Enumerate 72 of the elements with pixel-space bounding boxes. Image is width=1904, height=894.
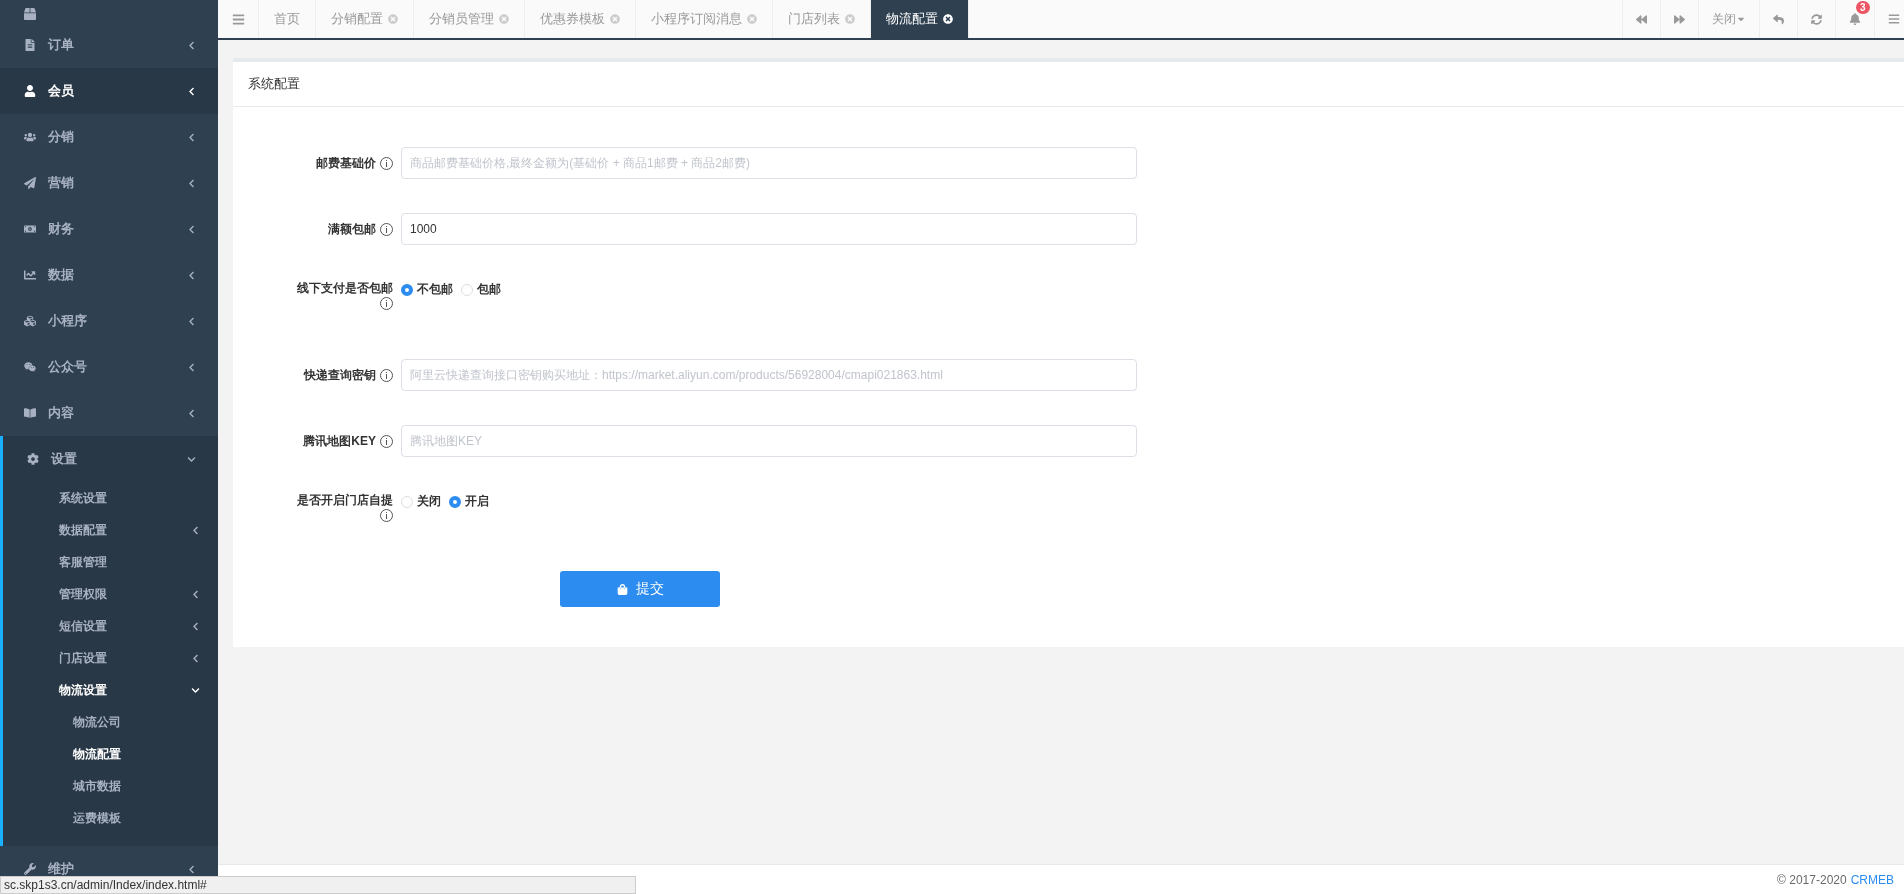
- page-tab[interactable]: 小程序订阅消息: [636, 0, 773, 38]
- fast-forward-icon: [1674, 13, 1685, 25]
- submenu-item[interactable]: 门店设置: [3, 642, 218, 674]
- radio-option[interactable]: 包邮: [461, 281, 501, 298]
- reply-icon: [1773, 13, 1784, 25]
- menu-item[interactable]: 订单: [0, 22, 218, 68]
- page-tab[interactable]: 物流配置: [871, 0, 969, 38]
- submenu-item[interactable]: 短信设置: [3, 610, 218, 642]
- submenu-item[interactable]: 客服管理: [3, 546, 218, 578]
- field-label: 满额包邮: [328, 222, 376, 236]
- url-tooltip: sc.skp1s3.cn/admin/Index/index.html#: [0, 876, 636, 894]
- menu-item[interactable]: 财务: [0, 206, 218, 252]
- notification-badge: 3: [1856, 1, 1870, 14]
- menu-item[interactable]: 内容: [0, 390, 218, 436]
- menu-icon: [1888, 13, 1900, 25]
- user-icon: [24, 85, 36, 97]
- bag-icon: [616, 583, 628, 595]
- radio-option[interactable]: 不包邮: [401, 281, 453, 298]
- submenu-item[interactable]: 物流公司: [3, 706, 218, 738]
- radio-option[interactable]: 开启: [449, 493, 489, 510]
- radio-option[interactable]: 关闭: [401, 493, 441, 510]
- menu-item[interactable]: 公众号: [0, 344, 218, 390]
- chat-icon: [24, 361, 36, 373]
- text-field[interactable]: 1000: [401, 213, 1137, 245]
- menu-item[interactable]: 设置: [3, 436, 218, 482]
- page-tab[interactable]: 优惠券模板: [525, 0, 636, 38]
- radio-button[interactable]: [401, 283, 413, 296]
- page-tab[interactable]: 首页: [259, 0, 316, 38]
- money-icon: [24, 223, 36, 235]
- field-label: 邮费基础价: [316, 156, 376, 170]
- page-tab[interactable]: 分销员管理: [414, 0, 525, 38]
- settings-icon: [27, 453, 39, 465]
- page-tab[interactable]: 分销配置: [316, 0, 414, 38]
- submit-button[interactable]: 提交: [560, 571, 720, 607]
- menu-item[interactable]: 小程序: [0, 298, 218, 344]
- close-menu-button[interactable]: 关闭: [1698, 0, 1759, 38]
- menu-item[interactable]: 营销: [0, 160, 218, 206]
- cubes-icon: [24, 315, 36, 327]
- menu-item[interactable]: 数据: [0, 252, 218, 298]
- notification-button[interactable]: 3: [1835, 0, 1874, 38]
- paper-plane-icon: [24, 177, 36, 189]
- submenu-item[interactable]: 数据配置: [3, 514, 218, 546]
- menu-item[interactable]: 会员: [0, 68, 218, 114]
- document-icon: [24, 39, 36, 51]
- refresh-icon: [1811, 13, 1822, 25]
- chart-icon: [24, 269, 36, 281]
- text-field[interactable]: 腾讯地图KEY: [401, 425, 1137, 457]
- menu-icon: [231, 12, 245, 26]
- submenu-item[interactable]: 物流设置: [3, 674, 218, 706]
- submenu-item[interactable]: 物流配置: [3, 738, 218, 770]
- text-field[interactable]: 商品邮费基础价格,最终金额为(基础价 + 商品1邮费 + 商品2邮费): [401, 147, 1137, 179]
- field-label: 腾讯地图KEY: [303, 434, 376, 448]
- book-icon: [24, 407, 36, 419]
- box-icon: [24, 8, 36, 20]
- rewind-icon: [1636, 13, 1647, 25]
- field-label: 是否开启门店自提: [297, 493, 393, 507]
- close-icon[interactable]: [943, 14, 953, 24]
- users-icon: [24, 131, 36, 143]
- submenu-item[interactable]: 城市数据: [3, 770, 218, 802]
- field-label: 快递查询密钥: [304, 368, 376, 382]
- copyright-text: © 2017-2020: [1777, 872, 1847, 887]
- brand-link[interactable]: CRMEB: [1850, 872, 1894, 887]
- submenu-item[interactable]: 管理权限: [3, 578, 218, 610]
- wrench-icon: [24, 863, 36, 875]
- radio-button[interactable]: [449, 495, 461, 508]
- submenu-item[interactable]: 运费模板: [3, 802, 218, 834]
- submenu-item[interactable]: 系统设置: [3, 482, 218, 514]
- field-label: 线下支付是否包邮: [297, 281, 393, 295]
- card-title: 系统配置: [233, 62, 1904, 107]
- bell-icon: [1849, 13, 1861, 25]
- text-field[interactable]: 阿里云快递查询接口密钥购买地址：https://market.aliyun.com/products/56928004/cmapi021863.html: [401, 359, 1137, 391]
- menu-item[interactable]: 分销: [0, 114, 218, 160]
